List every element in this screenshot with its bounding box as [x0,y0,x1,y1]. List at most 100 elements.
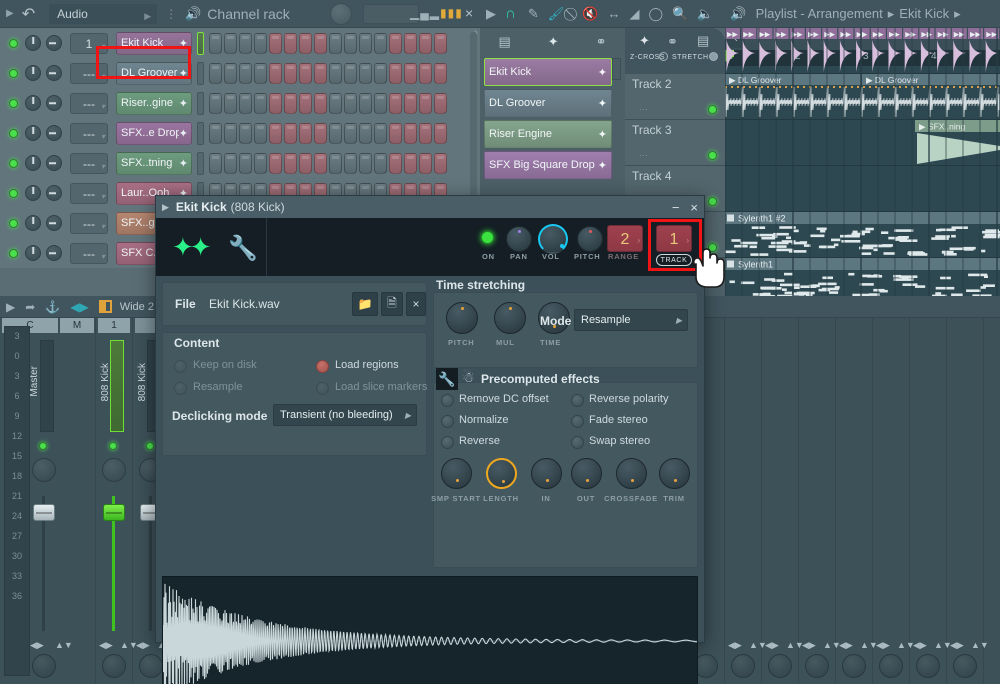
mixer-send-knob[interactable] [916,654,940,678]
display-mode-icon[interactable] [98,300,112,313]
playlist-lanes[interactable]: ▶▶▶▶▶▶▶▶▶▶▶▶▶▶▶▶▶▶▶▶▶▶▶▶▶▶▶▶▶▶▶▶▶▶▶ DL G… [725,28,1000,296]
channel-volume-knob[interactable] [46,245,62,261]
step-button[interactable] [419,62,432,84]
step-button[interactable] [344,122,357,144]
step-button[interactable] [269,92,282,114]
channel-mixer-index[interactable]: --- ▾ [70,62,108,84]
step-button[interactable] [239,92,252,114]
step-sequencer-row[interactable] [209,152,447,174]
step-button[interactable] [419,32,432,54]
link-icon[interactable]: ➦ [25,300,35,314]
anchor-icon[interactable]: ⚓ [45,300,60,314]
playlist-track-header[interactable]: Track 3 ⋯ [625,120,725,166]
precomputed-radio[interactable] [441,415,454,428]
graph-editor-icon[interactable]: ▁▄▂ [410,6,440,20]
step-button[interactable] [254,122,267,144]
mixer-send-knob[interactable] [139,654,163,678]
mixer-pan-knob[interactable] [102,458,126,482]
mixer-send-knob[interactable] [805,654,829,678]
mixer-send-knob[interactable] [842,654,866,678]
step-button[interactable] [329,62,342,84]
track-menu-dots[interactable]: ⋯ [639,104,648,115]
mixer-strip[interactable]: ◀▶ ▲▼ [947,318,989,684]
step-button[interactable] [284,122,297,144]
save-file-icon[interactable]: 🗎 [381,292,403,316]
channel-mixer-index[interactable]: 1 ▾ [70,32,108,54]
channel-pan-knob[interactable] [25,215,41,231]
stereo-width-icon[interactable]: ◀▶ [30,640,44,651]
step-sequencer-row[interactable] [209,32,447,54]
mixer-send-knob[interactable] [953,654,977,678]
channel-rack-row[interactable]: --- ▾ SFX..tning ✦ [0,148,480,178]
plugin-titlebar[interactable]: ▶ Ekit Kick (808 Kick) − × [156,196,704,218]
channel-volume-knob[interactable] [46,125,62,141]
content-radio[interactable] [174,360,187,373]
channel-name-button[interactable]: DL Groover ✦ [116,61,192,85]
step-button[interactable] [314,32,327,54]
playlist-lane[interactable]: ▶ DL Groover ▶ DL Groover [725,74,1000,120]
channel-mute-led[interactable] [9,218,18,228]
stereo-width-icon[interactable]: ◀▶ [99,640,113,651]
swap-icon[interactable]: ◀▶ [70,300,88,314]
step-button[interactable] [434,32,447,54]
mixer-master-header[interactable]: M [60,318,94,333]
step-button[interactable] [284,32,297,54]
step-button[interactable] [389,92,402,114]
stereo-width-icon[interactable]: ◀▶ [765,640,779,651]
stereo-width-icon[interactable]: ◀▶ [728,640,742,651]
step-button[interactable] [299,62,312,84]
minimize-icon[interactable]: − [672,200,680,215]
step-button[interactable] [389,152,402,174]
step-button[interactable] [374,152,387,174]
track-value-box[interactable]: 1 › [656,225,692,252]
track-enable-led[interactable] [708,197,717,206]
breadcrumb-chevron-icon[interactable]: ▸ [954,6,961,22]
channel-volume-knob[interactable] [46,215,62,231]
channel-volume-knob[interactable] [46,65,62,81]
mixer-send-knob[interactable] [32,654,56,678]
mixer-send-knob[interactable] [768,654,792,678]
channel-mixer-index[interactable]: --- ▾ [70,242,108,264]
step-button[interactable] [374,92,387,114]
step-button[interactable] [239,62,252,84]
playlist-source-clip[interactable]: Riser Engine ✦ [484,120,612,148]
channel-rack-row[interactable]: --- ▾ SFX..e Drop ✦ [0,118,480,148]
step-button[interactable] [269,32,282,54]
paint-icon[interactable]: 🖌 [548,6,565,22]
resize-icon[interactable]: ↔ [607,6,620,21]
step-sequencer-row[interactable] [209,92,447,114]
open-folder-icon[interactable]: 📁 [352,292,378,316]
step-button[interactable] [329,92,342,114]
playlist-lane[interactable]: Sylenth1 #2 [725,212,1000,258]
step-button[interactable] [374,122,387,144]
step-button[interactable] [254,32,267,54]
piano-tool-icon[interactable]: ▤ [697,33,709,49]
step-button[interactable] [209,122,222,144]
step-button[interactable] [329,32,342,54]
step-sequencer-row[interactable] [209,122,447,144]
channel-mute-led[interactable] [9,158,18,168]
mixer-strip-led[interactable] [39,442,47,450]
stereo-width-icon[interactable]: ◀▶ [839,640,853,651]
step-button[interactable] [239,122,252,144]
speaker-icon[interactable]: 🔊 [185,6,201,22]
step-button[interactable] [224,62,237,84]
step-button[interactable] [404,62,417,84]
waveform-display[interactable]: 32 📋 [162,576,698,684]
step-button[interactable] [389,32,402,54]
channel-select-marker[interactable] [197,31,204,55]
mixer-fader-cap[interactable] [33,504,55,521]
mixer-strip[interactable]: ◀▶ ▲▼ [910,318,952,684]
zoom-icon[interactable]: 🔍 [672,6,688,22]
step-button[interactable] [359,32,372,54]
step-button[interactable] [359,92,372,114]
channel-select-marker[interactable] [197,91,204,115]
step-button[interactable] [224,32,237,54]
channel-select-marker[interactable] [197,61,204,85]
preview-icon[interactable]: 🔈 [697,6,713,22]
content-radio[interactable] [316,382,329,395]
channel-mute-led[interactable] [9,98,18,108]
channel-name-button[interactable]: Riser..gine ✦ [116,91,192,115]
channel-name-button[interactable]: Ekit Kick ✦ [116,31,192,55]
channel-pan-knob[interactable] [25,35,41,51]
